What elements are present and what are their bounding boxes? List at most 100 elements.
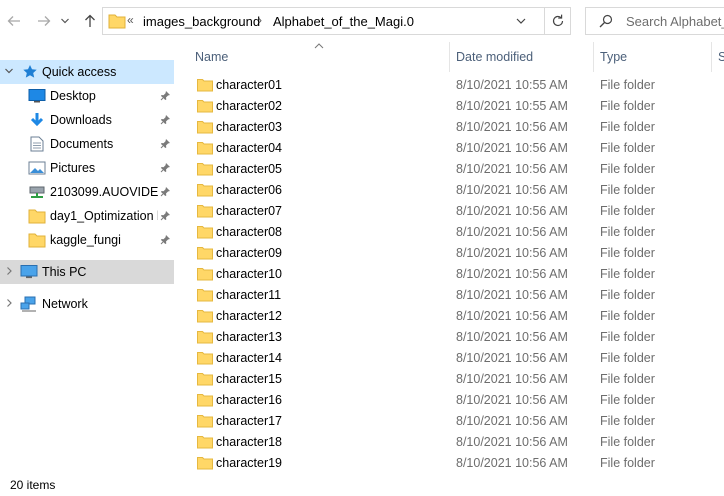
nav-item-day1-optimization[interactable]: day1_Optimization b — [0, 204, 174, 228]
nav-this-pc[interactable]: This PC — [0, 260, 174, 284]
folder-icon — [197, 394, 213, 407]
back-button[interactable] — [4, 9, 24, 33]
chevron-right-icon[interactable] — [4, 266, 14, 276]
pin-icon[interactable] — [160, 186, 171, 197]
folder-icon — [197, 79, 213, 92]
nav-network[interactable]: Network — [0, 292, 174, 316]
address-bar[interactable]: « images_background › Alphabet_of_the_Ma… — [102, 7, 571, 35]
nav-item-pictures[interactable]: Pictures — [0, 156, 174, 180]
file-date-modified: 8/10/2021 10:56 AM — [456, 225, 568, 239]
file-name: character15 — [216, 372, 283, 386]
file-type: File folder — [600, 351, 655, 365]
folder-icon — [197, 310, 213, 323]
file-type: File folder — [600, 288, 655, 302]
file-date-modified: 8/10/2021 10:56 AM — [456, 456, 568, 470]
file-row[interactable]: character12 8/10/2021 10:56 AM File folder — [178, 306, 724, 327]
file-row[interactable]: character05 8/10/2021 10:56 AM File folder — [178, 159, 724, 180]
file-date-modified: 8/10/2021 10:56 AM — [456, 372, 568, 386]
nav-item-documents[interactable]: Documents — [0, 132, 174, 156]
file-row[interactable]: character19 8/10/2021 10:56 AM File folder — [178, 453, 724, 474]
chevron-right-icon[interactable] — [4, 298, 14, 308]
column-type[interactable]: Type — [600, 50, 627, 64]
pin-icon[interactable] — [160, 114, 171, 125]
file-date-modified: 8/10/2021 10:56 AM — [456, 351, 568, 365]
file-row[interactable]: character07 8/10/2021 10:56 AM File folder — [178, 201, 724, 222]
column-divider[interactable] — [711, 42, 712, 72]
breadcrumb-images-background[interactable]: images_background — [143, 14, 260, 29]
file-row[interactable]: character09 8/10/2021 10:56 AM File folder — [178, 243, 724, 264]
file-row[interactable]: character02 8/10/2021 10:55 AM File folder — [178, 96, 724, 117]
navigation-pane: Quick access Desktop Downloads Documents… — [0, 42, 178, 472]
network-drive-icon — [29, 186, 45, 198]
file-name: character10 — [216, 267, 283, 281]
file-row[interactable]: character04 8/10/2021 10:56 AM File folder — [178, 138, 724, 159]
nav-item-desktop[interactable]: Desktop — [0, 84, 174, 108]
search-placeholder: Search Alphabet_of_the_Magi.0 — [626, 14, 724, 29]
file-name: character03 — [216, 120, 283, 134]
file-date-modified: 8/10/2021 10:56 AM — [456, 414, 568, 428]
column-divider[interactable] — [593, 42, 594, 72]
file-row[interactable]: character11 8/10/2021 10:56 AM File folder — [178, 285, 724, 306]
column-size[interactable]: S — [718, 50, 724, 64]
nav-item-label: Pictures — [50, 161, 96, 175]
file-row[interactable]: character16 8/10/2021 10:56 AM File folder — [178, 390, 724, 411]
file-type: File folder — [600, 435, 655, 449]
address-toolbar: « images_background › Alphabet_of_the_Ma… — [0, 0, 724, 42]
pin-icon[interactable] — [160, 138, 171, 149]
folder-icon — [197, 268, 213, 281]
nav-item-label: day1_Optimization b — [50, 209, 158, 223]
chevron-down-icon[interactable] — [4, 66, 14, 76]
search-box[interactable]: Search Alphabet_of_the_Magi.0 — [585, 7, 724, 35]
file-type: File folder — [600, 267, 655, 281]
up-button[interactable] — [80, 9, 100, 33]
pin-icon[interactable] — [160, 90, 171, 101]
breadcrumb-separator-icon[interactable]: › — [258, 13, 262, 27]
pin-icon[interactable] — [160, 210, 171, 221]
file-row[interactable]: character10 8/10/2021 10:56 AM File folder — [178, 264, 724, 285]
pin-icon[interactable] — [160, 162, 171, 173]
file-row[interactable]: character14 8/10/2021 10:56 AM File folder — [178, 348, 724, 369]
column-date-modified[interactable]: Date modified — [456, 50, 533, 64]
folder-icon — [197, 436, 213, 449]
refresh-icon[interactable] — [550, 13, 566, 29]
overflow-chevrons-icon[interactable]: « — [127, 13, 134, 27]
chevron-down-icon[interactable] — [516, 14, 526, 28]
nav-quick-access[interactable]: Quick access — [0, 60, 174, 84]
folder-icon — [28, 233, 46, 248]
address-divider — [544, 8, 545, 34]
file-row[interactable]: character08 8/10/2021 10:56 AM File folder — [178, 222, 724, 243]
file-name: character19 — [216, 456, 283, 470]
file-type: File folder — [600, 141, 655, 155]
breadcrumb-current-folder[interactable]: Alphabet_of_the_Magi.0 — [273, 14, 414, 29]
file-date-modified: 8/10/2021 10:56 AM — [456, 183, 568, 197]
column-name[interactable]: Name — [195, 50, 228, 64]
pin-icon[interactable] — [160, 234, 171, 245]
nav-item-kaggle-fungi[interactable]: kaggle_fungi — [0, 228, 174, 252]
file-row[interactable]: character17 8/10/2021 10:56 AM File folder — [178, 411, 724, 432]
forward-button[interactable] — [34, 9, 54, 33]
nav-item-network-drive[interactable]: 2103099.AUOVIDE (\\ — [0, 180, 174, 204]
file-row[interactable]: character01 8/10/2021 10:55 AM File folder — [178, 75, 724, 96]
file-name: character11 — [216, 288, 282, 302]
file-type: File folder — [600, 414, 655, 428]
file-row[interactable]: character03 8/10/2021 10:56 AM File folder — [178, 117, 724, 138]
file-type: File folder — [600, 225, 655, 239]
file-row[interactable]: character18 8/10/2021 10:56 AM File folder — [178, 432, 724, 453]
file-date-modified: 8/10/2021 10:56 AM — [456, 267, 568, 281]
file-row[interactable]: character13 8/10/2021 10:56 AM File folder — [178, 327, 724, 348]
nav-item-label: Desktop — [50, 89, 96, 103]
nav-network-label: Network — [42, 297, 88, 311]
file-row[interactable]: character06 8/10/2021 10:56 AM File folder — [178, 180, 724, 201]
file-row[interactable]: character15 8/10/2021 10:56 AM File folder — [178, 369, 724, 390]
documents-icon — [30, 136, 44, 152]
folder-icon — [108, 14, 126, 29]
forward-arrow-icon — [38, 16, 51, 26]
file-name: character16 — [216, 393, 283, 407]
file-type: File folder — [600, 309, 655, 323]
file-date-modified: 8/10/2021 10:56 AM — [456, 330, 568, 344]
column-divider[interactable] — [449, 42, 450, 72]
recent-locations-button[interactable] — [58, 9, 72, 33]
nav-item-downloads[interactable]: Downloads — [0, 108, 174, 132]
file-name: character05 — [216, 162, 283, 176]
file-type: File folder — [600, 372, 655, 386]
